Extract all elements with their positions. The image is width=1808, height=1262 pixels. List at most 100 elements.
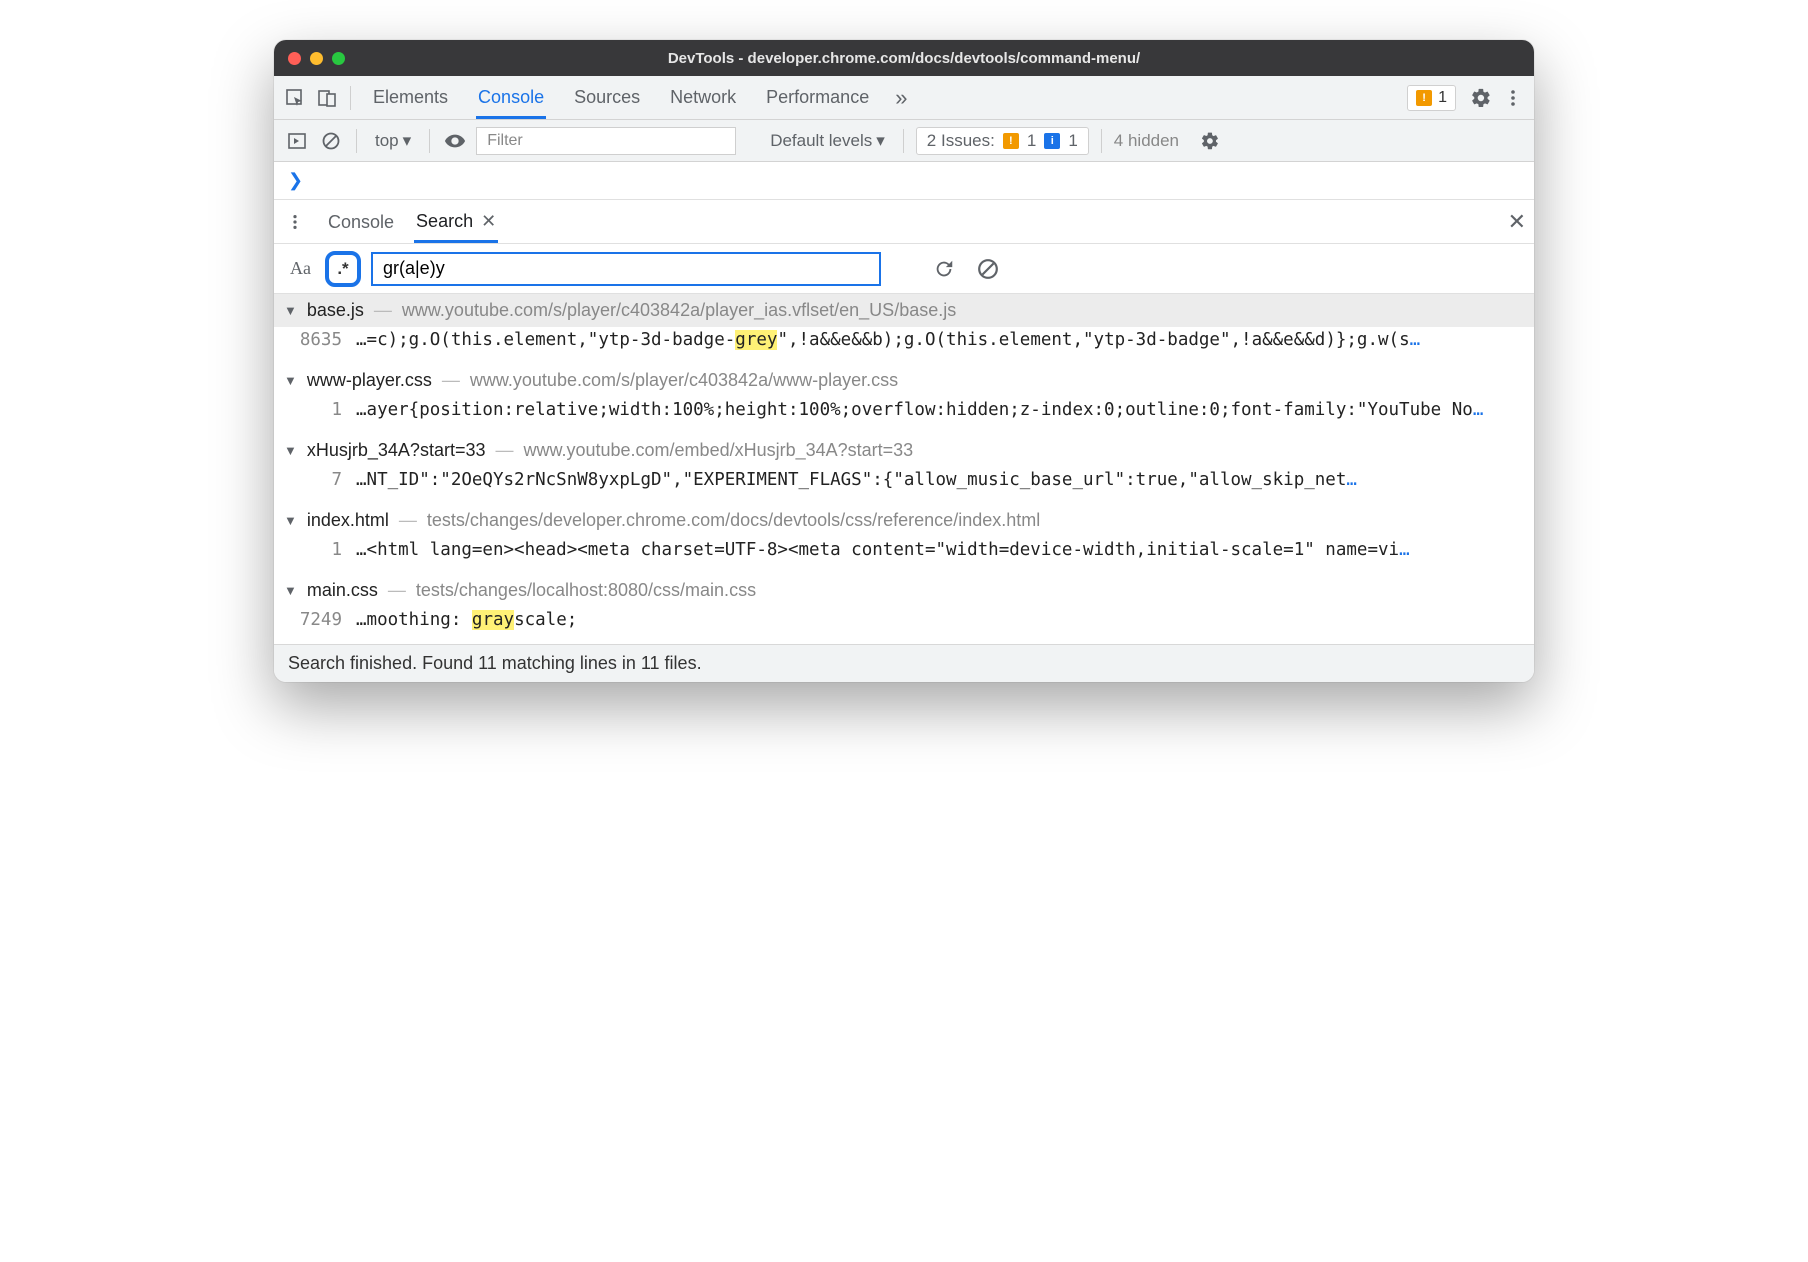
refresh-search-icon[interactable]	[931, 256, 957, 282]
issues-info-count: 1	[1068, 131, 1077, 151]
result-filename: base.js	[307, 300, 364, 321]
drawer-kebab-icon[interactable]	[282, 209, 308, 235]
result-file-header[interactable]: ▼ www-player.css — www.youtube.com/s/player…	[274, 364, 1534, 397]
warnings-badge[interactable]: ! 1	[1407, 85, 1456, 111]
console-toolbar: top ▾ Filter Default levels ▾ 2 Issues: …	[274, 120, 1534, 162]
code-snippet: …moothing: grayscale;	[356, 610, 1524, 630]
device-mode-icon[interactable]	[314, 85, 340, 111]
titlebar: DevTools - developer.chrome.com/docs/dev…	[274, 40, 1534, 76]
close-tab-icon[interactable]: ✕	[481, 211, 496, 232]
result-line[interactable]: 1 …ayer{position:relative;width:100%;heig…	[274, 397, 1534, 434]
divider	[356, 129, 357, 153]
console-prompt[interactable]: ❯	[274, 162, 1534, 200]
chevron-down-icon: ▾	[876, 131, 885, 151]
issues-label: 2 Issues:	[927, 131, 995, 151]
result-filepath: www.youtube.com/s/player/c403842a/player…	[402, 300, 956, 321]
regex-glyph: .*	[337, 259, 348, 279]
result-line[interactable]: 7249…moothing: grayscale;	[274, 607, 1534, 644]
code-snippet: …NT_ID":"2OeQYs2rNcSnW8yxpLgD","EXPERIME…	[356, 470, 1524, 490]
tab-elements[interactable]: Elements	[371, 77, 450, 119]
search-toolbar: Aa .*	[274, 244, 1534, 294]
regex-toggle[interactable]: .*	[325, 251, 361, 287]
line-number: 1	[296, 540, 342, 560]
more-tabs-icon[interactable]: »	[895, 85, 907, 111]
devtools-window: DevTools - developer.chrome.com/docs/dev…	[274, 40, 1534, 682]
issues-warn-count: 1	[1027, 131, 1036, 151]
drawer-tab-label: Search	[416, 211, 473, 232]
clear-console-icon[interactable]	[318, 128, 344, 154]
disclosure-triangle-icon: ▼	[284, 303, 297, 318]
code-snippet: …ayer{position:relative;width:100%;heigh…	[356, 400, 1524, 420]
truncation-ellipsis: …	[1473, 400, 1484, 420]
separator: —	[442, 370, 460, 391]
match-case-toggle[interactable]: Aa	[286, 254, 315, 283]
truncation-ellipsis: …	[1399, 540, 1410, 560]
truncation-ellipsis: …	[1346, 470, 1357, 490]
context-selector[interactable]: top ▾	[369, 129, 417, 153]
close-drawer-icon[interactable]: ✕	[1508, 209, 1526, 235]
console-settings-gear-icon[interactable]	[1197, 128, 1223, 154]
console-filter-input[interactable]: Filter	[476, 127, 736, 155]
result-line[interactable]: 8635 …=c);g.O(this.element,"ytp-3d-badge-…	[274, 327, 1534, 364]
truncation-ellipsis: …	[1410, 330, 1421, 350]
issues-button[interactable]: 2 Issues: ! 1 i 1	[916, 127, 1089, 155]
result-filepath: tests/changes/localhost:8080/css/main.cs…	[416, 580, 756, 601]
disclosure-triangle-icon: ▼	[284, 443, 297, 458]
result-filename: xHusjrb_34A?start=33	[307, 440, 486, 461]
info-icon: i	[1044, 133, 1060, 149]
search-highlight: grey	[735, 330, 777, 350]
inspect-element-icon[interactable]	[282, 85, 308, 111]
result-file-header[interactable]: ▼ base.js — www.youtube.com/s/player/c40384…	[274, 294, 1534, 327]
panel-tabs: Elements Console Sources Network Perform…	[371, 77, 871, 119]
result-file-header[interactable]: ▼xHusjrb_34A?start=33—www.youtube.com/em…	[274, 434, 1534, 467]
filter-placeholder: Filter	[487, 132, 523, 150]
search-input[interactable]	[371, 252, 881, 286]
main-toolbar: Elements Console Sources Network Perform…	[274, 76, 1534, 120]
divider	[903, 129, 904, 153]
window-title: DevTools - developer.chrome.com/docs/dev…	[274, 50, 1534, 67]
code-snippet: …=c);g.O(this.element,"ytp-3d-badge-grey…	[356, 330, 1524, 350]
log-levels-selector[interactable]: Default levels ▾	[764, 129, 891, 153]
hidden-count[interactable]: 4 hidden	[1114, 131, 1179, 151]
result-line[interactable]: 1 …<html lang=en><head><meta charset=UTF-…	[274, 537, 1534, 574]
traffic-lights	[288, 52, 345, 65]
clear-search-icon[interactable]	[975, 256, 1001, 282]
drawer-tab-search[interactable]: Search ✕	[414, 201, 498, 243]
zoom-window-button[interactable]	[332, 52, 345, 65]
result-filepath: tests/changes/developer.chrome.com/docs/…	[427, 510, 1040, 531]
separator: —	[399, 510, 417, 531]
result-filename: main.css	[307, 580, 378, 601]
result-filepath: www.youtube.com/s/player/c403842a/www-pl…	[470, 370, 898, 391]
tab-performance[interactable]: Performance	[764, 77, 871, 119]
separator: —	[374, 300, 392, 321]
drawer-tab-console[interactable]: Console	[326, 202, 396, 241]
result-line[interactable]: 7…NT_ID":"2OeQYs2rNcSnW8yxpLgD","EXPERIM…	[274, 467, 1534, 504]
levels-label: Default levels	[770, 131, 872, 151]
tab-sources[interactable]: Sources	[572, 77, 642, 119]
disclosure-triangle-icon: ▼	[284, 373, 297, 388]
chevron-down-icon: ▾	[403, 131, 412, 151]
kebab-menu-icon[interactable]	[1500, 85, 1526, 111]
warning-icon: !	[1416, 90, 1432, 106]
search-highlight: gray	[472, 610, 514, 630]
line-number: 1	[296, 400, 342, 420]
settings-gear-icon[interactable]	[1468, 85, 1494, 111]
result-file-header[interactable]: ▼main.css—tests/changes/localhost:8080/c…	[274, 574, 1534, 607]
line-number: 8635	[296, 330, 342, 350]
minimize-window-button[interactable]	[310, 52, 323, 65]
tab-console[interactable]: Console	[476, 77, 546, 119]
tab-network[interactable]: Network	[668, 77, 738, 119]
divider	[429, 129, 430, 153]
prompt-chevron-icon: ❯	[288, 170, 303, 190]
code-snippet: …<html lang=en><head><meta charset=UTF-8…	[356, 540, 1524, 560]
live-expression-eye-icon[interactable]	[442, 128, 468, 154]
toggle-sidebar-icon[interactable]	[284, 128, 310, 154]
separator: —	[388, 580, 406, 601]
search-results: ▼ base.js — www.youtube.com/s/player/c40384…	[274, 294, 1534, 644]
divider	[350, 86, 351, 110]
result-filename: www-player.css	[307, 370, 432, 391]
search-status: Search finished. Found 11 matching lines…	[274, 644, 1534, 682]
result-filepath: www.youtube.com/embed/xHusjrb_34A?start=…	[523, 440, 913, 461]
close-window-button[interactable]	[288, 52, 301, 65]
result-file-header[interactable]: ▼index.html—tests/changes/developer.chro…	[274, 504, 1534, 537]
